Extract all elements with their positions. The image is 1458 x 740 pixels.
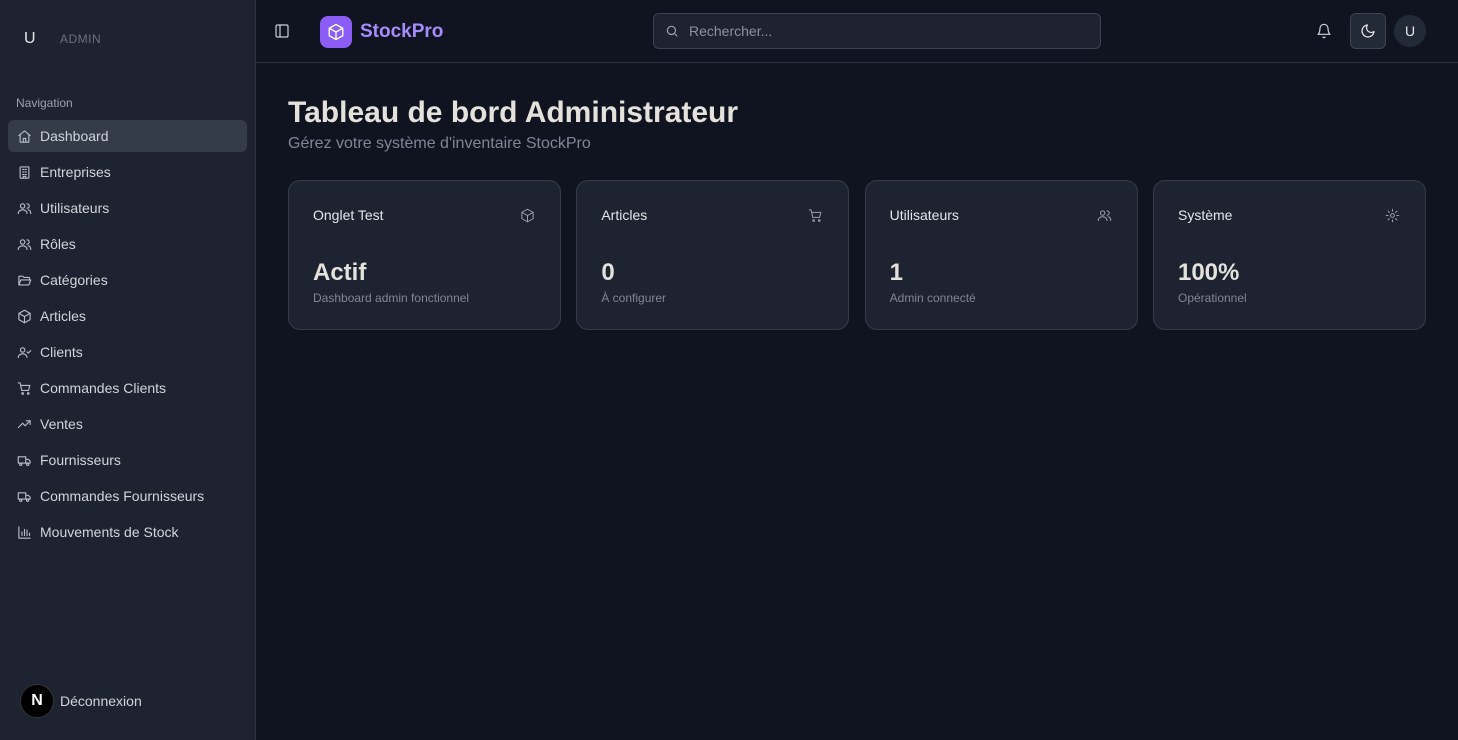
sidebar-item-mouvements-stock[interactable]: Mouvements de Stock <box>8 516 247 548</box>
truck-icon <box>16 488 32 504</box>
page-title: Tableau de bord Administrateur <box>288 96 739 129</box>
app-root: U ADMIN Navigation Dashboard Entreprises… <box>0 0 1458 740</box>
building-icon <box>16 164 32 180</box>
stat-card-systeme: Système 100% Opérationnel <box>1152 180 1426 330</box>
topbar: StockPro U <box>256 0 1458 63</box>
search-input[interactable] <box>687 22 1091 40</box>
sidebar-item-label: Rôles <box>40 236 76 252</box>
sidebar-item-commandes-clients[interactable]: Commandes Clients <box>8 372 247 404</box>
user-avatar-button[interactable]: U <box>1394 15 1426 47</box>
sidebar-item-clients[interactable]: Clients <box>8 336 247 368</box>
card-title: Utilisateurs <box>889 207 959 223</box>
card-value: 100% <box>1177 259 1240 286</box>
sidebar-item-articles[interactable]: Articles <box>8 300 247 332</box>
card-value: Actif <box>313 259 367 286</box>
page-subtitle: Gérez votre système d'inventaire StockPr… <box>288 135 591 152</box>
stats-cards: Onglet Test Actif Dashboard admin foncti… <box>288 180 1426 330</box>
stat-card-articles: Articles 0 À configurer <box>576 180 850 330</box>
main-content: Tableau de bord Administrateur Gérez vot… <box>288 96 1426 330</box>
bar-chart-icon <box>16 524 32 540</box>
sidebar-item-label: Entreprises <box>40 164 111 180</box>
sidebar-user[interactable]: U ADMIN <box>24 30 101 48</box>
brand[interactable]: StockPro <box>320 16 443 48</box>
card-title: Système <box>1177 207 1233 223</box>
package-icon <box>520 208 536 224</box>
home-icon <box>16 128 32 144</box>
sidebar-item-commandes-fournisseurs[interactable]: Commandes Fournisseurs <box>8 480 247 512</box>
card-description: Opérationnel <box>1177 291 1247 305</box>
sidebar-item-label: Ventes <box>40 416 83 432</box>
card-description: Dashboard admin fonctionnel <box>313 291 470 305</box>
card-title: Articles <box>601 207 648 223</box>
truck-icon <box>16 452 32 468</box>
sidebar-item-label: Commandes Fournisseurs <box>40 488 205 504</box>
users-icon <box>1097 208 1113 224</box>
logout-label: Déconnexion <box>60 693 142 709</box>
sidebar-item-entreprises[interactable]: Entreprises <box>8 156 247 188</box>
card-title: Onglet Test <box>313 207 384 223</box>
nav-section-label: Navigation <box>16 96 73 110</box>
sidebar-item-label: Articles <box>40 308 86 324</box>
bell-icon[interactable] <box>1316 23 1332 39</box>
shopping-cart-icon <box>808 208 824 224</box>
sidebar-item-label: Commandes Clients <box>40 380 167 396</box>
search-box <box>653 13 1101 49</box>
moon-icon <box>1361 24 1375 38</box>
sidebar-item-utilisateurs[interactable]: Utilisateurs <box>8 192 247 224</box>
sidebar: U ADMIN Navigation Dashboard Entreprises… <box>0 0 256 740</box>
users-icon <box>16 200 32 216</box>
sidebar-nav: Dashboard Entreprises Utilisateurs Rôles… <box>8 120 247 552</box>
users-icon <box>16 236 32 252</box>
sidebar-item-dashboard[interactable]: Dashboard <box>8 120 247 152</box>
sidebar-item-roles[interactable]: Rôles <box>8 228 247 260</box>
folder-open-icon <box>16 272 32 288</box>
stat-card-utilisateurs: Utilisateurs 1 Admin connecté <box>864 180 1138 330</box>
sidebar-item-ventes[interactable]: Ventes <box>8 408 247 440</box>
shopping-cart-icon <box>16 380 32 396</box>
card-value: 0 <box>601 259 615 286</box>
search-icon <box>666 25 678 37</box>
card-description: Admin connecté <box>889 291 976 305</box>
user-avatar: U <box>24 30 36 47</box>
sidebar-item-label: Fournisseurs <box>40 452 121 468</box>
sidebar-item-label: Clients <box>40 344 83 360</box>
sidebar-item-label: Catégories <box>40 272 108 288</box>
user-check-icon <box>16 344 32 360</box>
card-value: 1 <box>889 259 904 286</box>
sidebar-item-label: Utilisateurs <box>40 200 110 216</box>
card-description: À configurer <box>601 291 667 305</box>
stat-card-onglet-test: Onglet Test Actif Dashboard admin foncti… <box>288 180 561 330</box>
theme-toggle-button[interactable] <box>1350 13 1386 49</box>
sidebar-toggle-icon[interactable] <box>274 23 290 39</box>
sidebar-item-label: Mouvements de Stock <box>40 524 179 540</box>
sidebar-item-categories[interactable]: Catégories <box>8 264 247 296</box>
logout-button[interactable]: N Déconnexion <box>20 684 142 718</box>
gear-icon <box>1385 208 1401 224</box>
sidebar-item-fournisseurs[interactable]: Fournisseurs <box>8 444 247 476</box>
n-badge-icon: N <box>20 684 54 718</box>
brand-name: StockPro <box>360 21 444 42</box>
package-icon <box>16 308 32 324</box>
trending-up-icon <box>16 416 32 432</box>
package-logo-icon <box>320 16 352 48</box>
user-role: ADMIN <box>60 32 102 46</box>
sidebar-item-label: Dashboard <box>40 128 109 144</box>
